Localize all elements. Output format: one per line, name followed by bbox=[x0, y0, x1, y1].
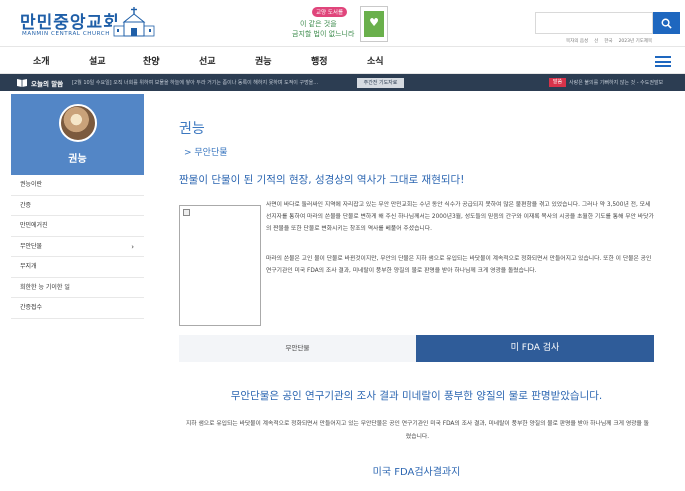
book-icon: ♥ bbox=[360, 6, 388, 42]
sidebar-title: 권능 bbox=[68, 154, 87, 165]
sidebar-avatar bbox=[59, 104, 97, 142]
sidebar-header: 권능 bbox=[11, 94, 144, 175]
sidebar-item-power-intro[interactable]: 권능이란 bbox=[11, 175, 144, 196]
sidebar-item-muan-water[interactable]: 무안단물 › bbox=[11, 237, 144, 257]
menu-icon[interactable] bbox=[655, 56, 671, 67]
nav-item-mission[interactable]: 선교 bbox=[199, 54, 216, 67]
page-title: 권능 bbox=[179, 121, 205, 137]
daily-word-bar: 오늘의 말씀 [2월 10일 수요일] 오직 너희를 위하여 보물을 하늘에 쌓… bbox=[0, 74, 685, 91]
sidebar-item-testimony-submit[interactable]: 간증접수 bbox=[11, 298, 144, 319]
tab-fda-test[interactable]: 미 FDA 검사 bbox=[416, 335, 654, 362]
site-logo-text[interactable]: 만민중앙교회 bbox=[20, 8, 120, 33]
book-open-icon bbox=[17, 79, 27, 87]
content-tabs: 무안단물 미 FDA 검사 bbox=[179, 335, 654, 362]
utility-links: 목자의 음성 선 한국 2023년 기도제목 bbox=[566, 38, 652, 44]
util-link[interactable]: 목자의 음성 bbox=[566, 38, 588, 44]
search-button[interactable] bbox=[653, 12, 680, 34]
ticker-right-text[interactable]: 사랑은 불의를 기뻐하지 않는 것 - 수도권말보 bbox=[569, 79, 663, 86]
church-logo[interactable] bbox=[112, 6, 156, 40]
util-link[interactable]: 선 bbox=[594, 38, 598, 44]
sidebar-item-wonders[interactable]: 희한한 능 기이한 일 bbox=[11, 278, 144, 298]
sidebar-item-label: 간증접수 bbox=[20, 304, 43, 311]
sidebar-item-label: 권능이란 bbox=[20, 181, 43, 188]
nav-item-sermon[interactable]: 설교 bbox=[89, 54, 106, 67]
util-link[interactable]: 2023년 기도제목 bbox=[619, 38, 653, 44]
site-header: 만민중앙교회 MANMIN CENTRAL CHURCH 교양 도서를 이 같은… bbox=[0, 0, 685, 46]
sidebar-item-label: 희한한 능 기이한 일 bbox=[20, 283, 70, 291]
intro-paragraph: 사면이 바다로 둘러싸인 지역에 자리잡고 있는 무안 만민교회는 수년 동안 … bbox=[266, 202, 654, 233]
section-headline: 짠물이 단물이 된 기적의 현장, 성경상의 역사가 그대로 재현되다! bbox=[179, 174, 465, 186]
daily-word-title: 오늘의 말씀 bbox=[31, 80, 64, 88]
nav-item-praise[interactable]: 찬양 bbox=[143, 54, 160, 67]
nav-item-admin[interactable]: 행정 bbox=[311, 54, 328, 67]
result-paragraph: 지하 샘으로 유입되는 바닷물이 계속적으로 정화되면서 만들어지고 있는 무안… bbox=[185, 421, 650, 440]
chevron-right-icon: › bbox=[131, 242, 134, 251]
nav-item-about[interactable]: 소개 bbox=[33, 54, 50, 67]
nav-item-news[interactable]: 소식 bbox=[367, 54, 384, 67]
sidebar-item-testimony[interactable]: 간증 bbox=[11, 196, 144, 216]
banner-line-2: 금지할 법이 없느니라 bbox=[292, 30, 355, 38]
fda-report-title: 미국 FDA검사결과지 bbox=[372, 467, 461, 478]
intro-paragraph-2: 마라의 쓴물은 고인 물이 단물로 바뀐것이지만, 무안의 단물은 지하 샘으로… bbox=[266, 256, 652, 275]
sidebar-item-label: 간증 bbox=[20, 201, 32, 209]
nav-item-power[interactable]: 권능 bbox=[255, 54, 272, 67]
word-badge: 말씀 bbox=[549, 78, 566, 87]
sidebar-item-magazine[interactable]: 만민에거진 bbox=[11, 216, 144, 237]
broken-image-icon bbox=[183, 209, 190, 216]
banner-badge: 교양 도서를 bbox=[312, 7, 348, 17]
result-headline: 무안단물은 공인 연구기관의 조사 결과 미네랄이 풍부한 양질의 물로 판명받… bbox=[230, 390, 603, 402]
breadcrumb: > 무안단물 bbox=[184, 148, 228, 158]
sidebar-item-label: 무지개 bbox=[20, 263, 37, 270]
main-nav: 소개 설교 찬양 선교 권능 행정 소식 bbox=[0, 46, 685, 74]
book-banner[interactable]: 교양 도서를 이 같은 것을 금지할 법이 없느니라 ♥ bbox=[280, 4, 395, 44]
util-link[interactable]: 한국 bbox=[604, 38, 612, 44]
content-image bbox=[179, 205, 261, 326]
banner-line-1: 이 같은 것을 bbox=[300, 20, 337, 28]
site-logo-subtitle: MANMIN CENTRAL CHURCH bbox=[22, 31, 110, 37]
sidebar-item-rainbow[interactable]: 무지개 bbox=[11, 257, 144, 278]
daily-word-text[interactable]: [2월 10일 수요일] 오직 너희를 위하여 보물을 하늘에 쌓아 두라 거기… bbox=[72, 79, 347, 86]
sidebar-menu: 권능이란 간증 만민에거진 무안단물 › 무지개 희한한 능 기이한 일 간증접수 bbox=[11, 175, 144, 319]
search-icon bbox=[661, 18, 672, 29]
tab-muan-water[interactable]: 무안단물 bbox=[179, 335, 416, 362]
sidebar-item-label: 만민에거진 bbox=[20, 222, 48, 229]
prayer-material-button[interactable]: 주간전 기도자료 bbox=[357, 78, 404, 88]
sidebar-item-label: 무안단물 bbox=[20, 242, 43, 250]
search-input[interactable] bbox=[535, 12, 653, 34]
